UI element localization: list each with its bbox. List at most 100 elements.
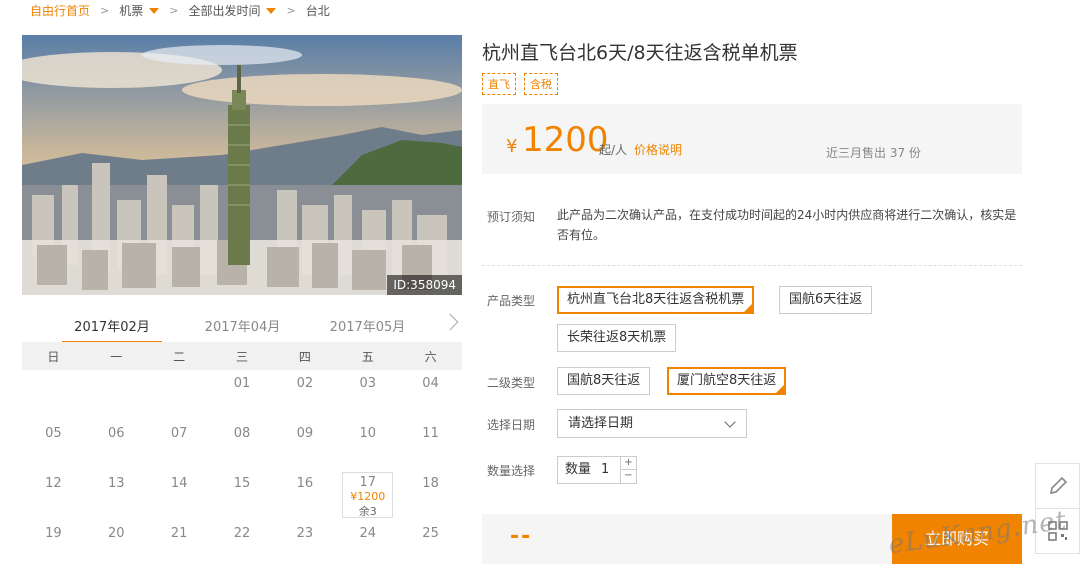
tag-direct: 直飞	[482, 73, 516, 95]
tab-month-2[interactable]: 2017年04月	[180, 312, 305, 344]
side-toolbar	[1035, 463, 1080, 554]
weekday-label: 一	[110, 349, 123, 364]
caret-down-icon	[149, 8, 160, 14]
tab-month-1[interactable]: 2017年02月	[62, 312, 162, 344]
calendar-day: 08	[233, 426, 251, 441]
quantity-value[interactable]: 1	[601, 462, 609, 477]
currency-symbol: ¥	[506, 136, 518, 157]
date-label: 选择日期	[487, 418, 536, 432]
weekday-label: 四	[298, 349, 311, 364]
product-type-option-1[interactable]: 杭州直飞台北8天往返含税机票	[557, 286, 755, 314]
calendar-day: 07	[170, 426, 188, 441]
month-tabs: 2017年02月 2017年04月 2017年05月	[22, 312, 462, 344]
calendar-day	[22, 370, 85, 420]
calendar-day: 09	[296, 426, 314, 441]
breadcrumb-home-link[interactable]: 自由行首页	[30, 2, 90, 19]
calendar-day: 16	[296, 476, 314, 491]
calendar-day: 12	[45, 476, 62, 491]
calendar-day: 20	[108, 526, 125, 541]
total-price: --	[510, 524, 533, 549]
sub-type-option-2[interactable]: 厦门航空8天往返	[667, 367, 787, 395]
calendar-day	[85, 370, 148, 420]
chevron-right-icon: >	[100, 3, 110, 17]
sub-type-label: 二级类型	[487, 376, 536, 390]
weekday-label: 日	[47, 349, 60, 364]
date-select[interactable]: 请选择日期	[557, 409, 747, 438]
weekday-label: 六	[424, 349, 437, 364]
sub-type-option-1[interactable]: 国航8天往返	[557, 367, 651, 395]
decrement-button[interactable]: −	[621, 470, 636, 483]
calendar-day: 04	[422, 376, 439, 391]
chevron-right-icon: >	[286, 3, 296, 17]
breadcrumb-destination: 台北	[305, 3, 330, 18]
breadcrumb-category-label: 机票	[119, 3, 144, 18]
chevron-right-icon[interactable]	[441, 313, 459, 331]
divider	[482, 265, 1022, 266]
feedback-button[interactable]	[1035, 463, 1080, 509]
calendar-day-number: 17	[359, 475, 376, 490]
calendar-day: 01	[233, 376, 251, 391]
photo-id-badge: ID:358094	[387, 275, 462, 295]
chevron-right-icon: >	[169, 3, 179, 17]
weekday-label: 二	[173, 349, 186, 364]
calendar: 日 一 二 三 四 五 六 01 02 03 04 05 06 07 08 09 10 11 12 13…	[22, 342, 462, 570]
calendar-day: 19	[45, 526, 62, 541]
calendar-day: 10	[359, 426, 376, 441]
product-tags: 直飞 含税	[482, 73, 558, 95]
price-panel: ¥ 1200 起/人 价格说明 近三月售出 37 份	[482, 104, 1022, 174]
product-type-option-2[interactable]: 国航6天往返	[779, 286, 873, 314]
product-title: 杭州直飞台北6天/8天往返含税单机票	[482, 42, 798, 64]
product-type-option-3[interactable]: 长荣往返8天机票	[557, 324, 677, 352]
qr-code-icon	[1047, 521, 1068, 541]
calendar-day	[148, 370, 211, 420]
notice-label: 预订须知	[487, 210, 536, 224]
calendar-day: 15	[233, 476, 251, 491]
product-photo: ID:358094	[22, 35, 462, 295]
calendar-weekday-header: 日 一 二 三 四 五 六	[22, 342, 462, 370]
calendar-day: 18	[422, 476, 439, 491]
calendar-day: 03	[359, 376, 376, 391]
tab-month-3[interactable]: 2017年05月	[305, 312, 430, 344]
calendar-day-available[interactable]: 17 ¥1200 余3	[342, 472, 394, 518]
price-value: 1200	[522, 120, 609, 160]
pencil-icon	[1049, 476, 1067, 495]
notice-text: 此产品为二次确认产品，在支付成功时间起的24小时内供应商将进行二次确认，核实是否…	[557, 208, 1017, 242]
breadcrumb: 自由行首页 > 机票 > 全部出发时间 > 台北	[30, 2, 330, 18]
buy-bar: -- 立即购买	[482, 514, 1022, 564]
calendar-day: 22	[233, 526, 251, 541]
buy-now-button[interactable]: 立即购买	[892, 514, 1022, 564]
quantity-buttons: + −	[620, 457, 636, 483]
calendar-day: 14	[170, 476, 188, 491]
calendar-day: 25	[422, 526, 439, 541]
calendar-day-remaining: 余3	[358, 505, 377, 518]
calendar-day: 02	[296, 376, 314, 391]
product-type-label: 产品类型	[487, 294, 536, 308]
qr-code-button[interactable]	[1035, 508, 1080, 554]
quantity-text: 数量	[565, 462, 592, 477]
weekday-label: 五	[361, 349, 374, 364]
calendar-day: 05	[45, 426, 62, 441]
calendar-day: 06	[108, 426, 125, 441]
price-unit: 起/人	[599, 143, 628, 157]
calendar-day: 13	[108, 476, 125, 491]
price-explanation-link[interactable]: 价格说明	[634, 141, 682, 158]
calendar-days: 01 02 03 04 05 06 07 08 09 10 11 12 13 14 15 16 17 ¥1200 余…	[22, 370, 462, 570]
increment-button[interactable]: +	[621, 457, 636, 470]
breadcrumb-category-dropdown[interactable]: 机票	[119, 2, 160, 19]
tag-tax-included: 含税	[524, 73, 558, 95]
calendar-day-price: ¥1200	[350, 490, 386, 503]
calendar-day: 23	[296, 526, 314, 541]
calendar-day: 24	[359, 526, 376, 541]
caret-down-icon	[266, 8, 277, 14]
chevron-down-icon	[724, 416, 736, 428]
calendar-day: 21	[170, 526, 188, 541]
date-select-value: 请选择日期	[568, 416, 634, 431]
taipei-skyline-image	[22, 35, 462, 295]
sold-count: 近三月售出 37 份	[826, 146, 921, 160]
weekday-label: 三	[235, 349, 248, 364]
breadcrumb-departure-dropdown[interactable]: 全部出发时间	[188, 2, 277, 19]
quantity-label: 数量选择	[487, 464, 536, 478]
quantity-stepper: 数量 1 + −	[557, 456, 637, 484]
calendar-day: 11	[422, 426, 439, 441]
breadcrumb-departure-label: 全部出发时间	[188, 3, 261, 18]
